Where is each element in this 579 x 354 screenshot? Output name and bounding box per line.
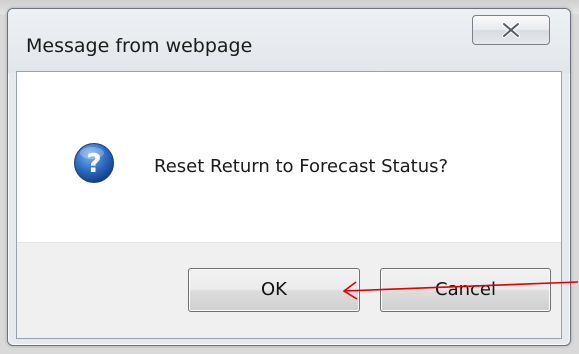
dialog-message: Reset Return to Forecast Status?: [154, 156, 449, 177]
dialog-body: ? Reset Return to Forecast Status? OK Ca…: [16, 71, 562, 339]
ok-button[interactable]: OK: [188, 268, 360, 312]
close-button[interactable]: [472, 15, 550, 45]
message-dialog: Message from webpage ? Reset Return to F…: [7, 8, 571, 346]
dialog-title: Message from webpage: [26, 35, 253, 57]
dialog-titlebar: Message from webpage: [8, 9, 570, 73]
svg-text:?: ?: [86, 149, 101, 179]
close-icon: [502, 22, 520, 38]
cancel-button[interactable]: Cancel: [380, 268, 551, 312]
question-icon: ?: [74, 143, 114, 183]
